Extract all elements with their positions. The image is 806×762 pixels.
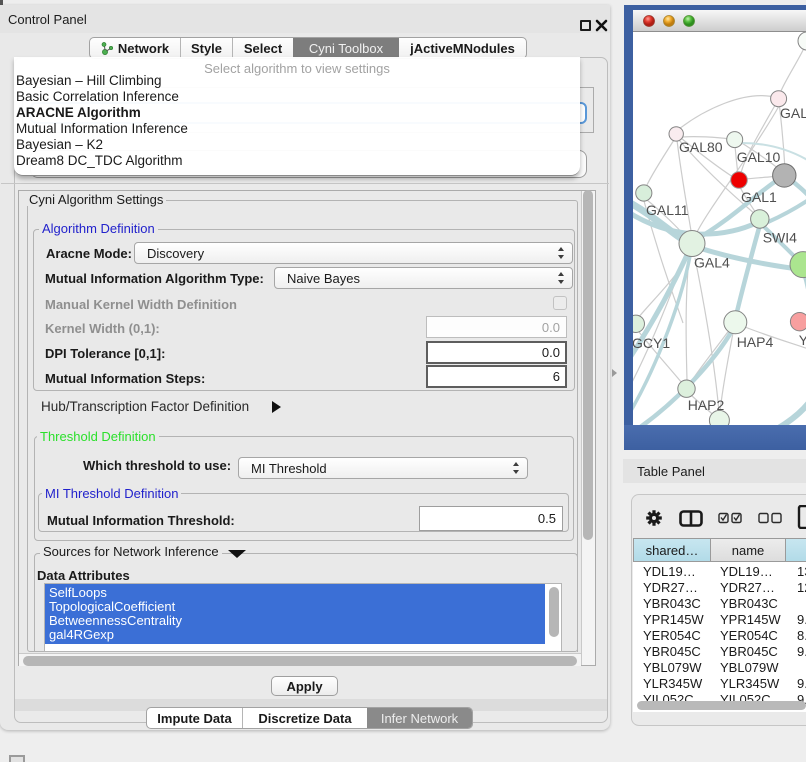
svg-text:GAL1: GAL1 xyxy=(741,189,777,205)
svg-text:SWI4: SWI4 xyxy=(763,230,797,246)
svg-text:GAL80: GAL80 xyxy=(679,139,723,155)
svg-text:GAL11: GAL11 xyxy=(646,202,689,218)
svg-text:GAL4: GAL4 xyxy=(694,255,730,271)
svg-text:GAL7: GAL7 xyxy=(780,105,806,121)
svg-text:GCY1: GCY1 xyxy=(633,335,670,351)
svg-text:Y: Y xyxy=(799,332,806,348)
svg-text:GAL10: GAL10 xyxy=(737,149,781,165)
svg-text:HAP2: HAP2 xyxy=(688,397,725,413)
svg-text:HAP4: HAP4 xyxy=(737,334,774,350)
